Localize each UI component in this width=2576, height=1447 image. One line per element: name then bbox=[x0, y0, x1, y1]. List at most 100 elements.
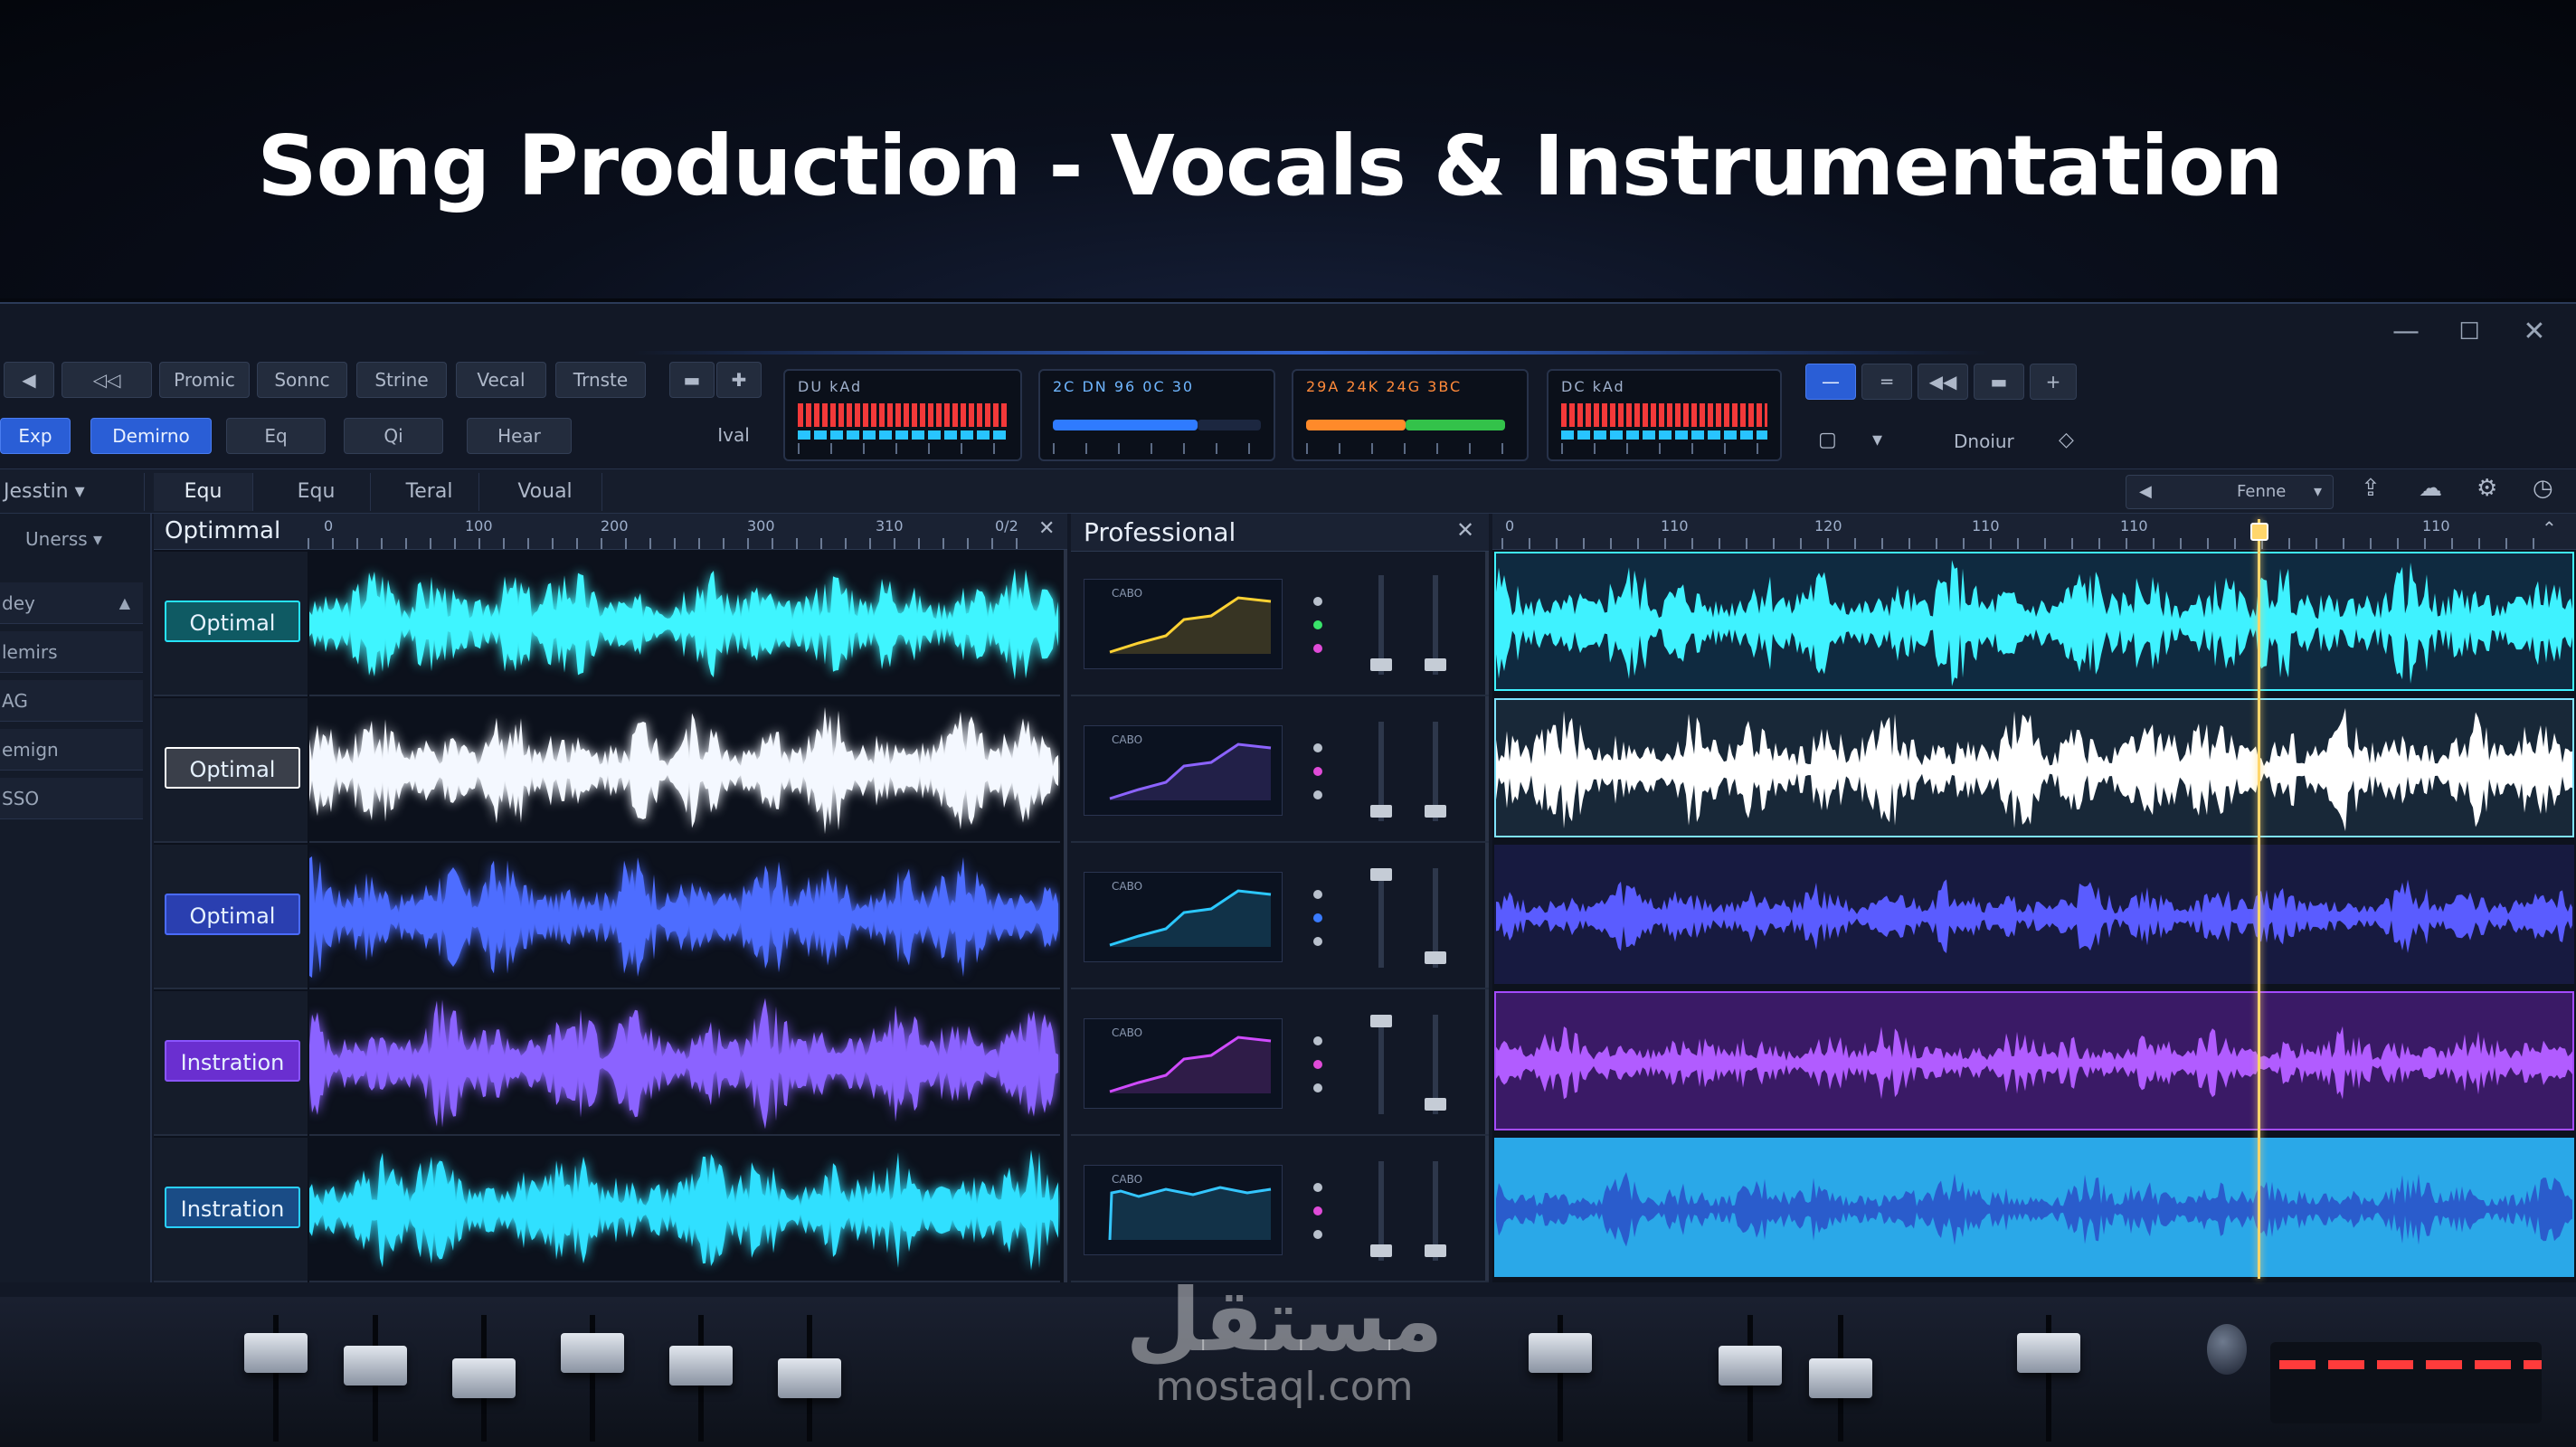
maximize-button[interactable]: ☐ bbox=[2451, 318, 2487, 345]
arrange-clip[interactable] bbox=[1494, 991, 2574, 1130]
square-icon[interactable]: ▢ bbox=[1818, 429, 1837, 451]
cloud-icon[interactable]: ☁ bbox=[2419, 475, 2442, 502]
fenne-select[interactable]: ◀ Fenne ▾ bbox=[2126, 475, 2334, 509]
console-fader[interactable] bbox=[778, 1358, 841, 1398]
arrange-clip[interactable] bbox=[1494, 552, 2574, 691]
console-fader[interactable] bbox=[1719, 1346, 1782, 1386]
sidebar-item-emign[interactable]: emign bbox=[0, 729, 143, 771]
sidebar-item-lemirs[interactable]: lemirs bbox=[0, 631, 143, 673]
channel-indicator-dot[interactable] bbox=[1313, 937, 1322, 946]
channel-indicator-dot[interactable] bbox=[1313, 790, 1322, 799]
fader-knob[interactable] bbox=[1370, 1244, 1392, 1257]
track-label-button[interactable]: Optimal bbox=[165, 601, 300, 642]
fader-knob[interactable] bbox=[1425, 1244, 1446, 1257]
jesstin-select[interactable]: Jesstin ▾ bbox=[0, 473, 145, 511]
diamond-icon[interactable]: ◇ bbox=[2059, 429, 2074, 451]
skip-button[interactable]: ◁◁ bbox=[62, 362, 152, 398]
track-label-button[interactable]: Instration bbox=[165, 1187, 300, 1228]
channel-indicator-dot[interactable] bbox=[1313, 1083, 1322, 1092]
line-tool-button[interactable]: — bbox=[1805, 364, 1856, 400]
console-button-pad[interactable] bbox=[2270, 1342, 2542, 1423]
arrange-clip[interactable] bbox=[1494, 698, 2574, 837]
track-label-button[interactable]: Optimal bbox=[165, 894, 300, 935]
clock-icon[interactable]: ◷ bbox=[2533, 475, 2553, 502]
channel-indicator-dot[interactable] bbox=[1313, 1230, 1322, 1239]
plus-button[interactable]: ✚ bbox=[716, 362, 762, 398]
arrange-clip[interactable] bbox=[1494, 1138, 2574, 1277]
console-fader[interactable] bbox=[344, 1346, 407, 1386]
console-fader[interactable] bbox=[244, 1333, 308, 1373]
sidebar-item-dey[interactable]: dey ▲ bbox=[0, 582, 143, 624]
close-icon[interactable]: ✕ bbox=[1038, 517, 1055, 540]
channel-indicator-dot[interactable] bbox=[1313, 1036, 1322, 1045]
track-lane[interactable] bbox=[309, 991, 1060, 1136]
fader-knob[interactable] bbox=[1425, 805, 1446, 818]
eq-mini-chart[interactable]: CABO bbox=[1084, 579, 1283, 669]
sidebar-select[interactable]: Unerss ▾ bbox=[0, 519, 145, 559]
channel-indicator-dot[interactable] bbox=[1313, 620, 1322, 629]
tab-voual[interactable]: Voual bbox=[488, 473, 602, 511]
back-button[interactable]: ◀◀ bbox=[1918, 364, 1968, 400]
eq-mini-chart[interactable]: CABO bbox=[1084, 1018, 1283, 1109]
fader-knob[interactable] bbox=[1425, 658, 1446, 671]
console-fader[interactable] bbox=[561, 1333, 624, 1373]
tab-equ-2[interactable]: Equ bbox=[262, 473, 371, 511]
console-fader[interactable] bbox=[452, 1358, 516, 1398]
toolbar-tab-sonnc[interactable]: Sonnc bbox=[257, 362, 347, 398]
playhead[interactable] bbox=[2258, 519, 2260, 1279]
hear-button[interactable]: Hear bbox=[467, 418, 572, 454]
channel-indicator-dot[interactable] bbox=[1313, 597, 1322, 606]
qi-button[interactable]: Qi bbox=[344, 418, 443, 454]
fader-knob[interactable] bbox=[1425, 1098, 1446, 1111]
track-lane[interactable] bbox=[309, 845, 1060, 989]
add-button[interactable]: + bbox=[2030, 364, 2077, 400]
fader-knob[interactable] bbox=[1370, 658, 1392, 671]
playhead-handle[interactable] bbox=[2250, 523, 2268, 541]
demirno-button[interactable]: Demirno bbox=[90, 418, 212, 454]
eq-button[interactable]: Eq bbox=[226, 418, 326, 454]
toolbar-tab-vecal[interactable]: Vecal bbox=[456, 362, 546, 398]
toolbar-tab-promic[interactable]: Promic bbox=[159, 362, 250, 398]
channel-indicator-dot[interactable] bbox=[1313, 890, 1322, 899]
fader-knob[interactable] bbox=[1370, 868, 1392, 881]
minus-button[interactable]: ▬ bbox=[669, 362, 715, 398]
track-label-button[interactable]: Instration bbox=[165, 1040, 300, 1082]
channel-indicator-dot[interactable] bbox=[1313, 1060, 1322, 1069]
eq-mini-chart[interactable]: CABO bbox=[1084, 872, 1283, 962]
console-knob[interactable] bbox=[2207, 1324, 2247, 1375]
rewind-button[interactable]: ◀ bbox=[4, 362, 54, 398]
chevron-down-icon[interactable]: ▾ bbox=[1872, 429, 1882, 451]
console-fader[interactable] bbox=[1529, 1333, 1592, 1373]
console-fader[interactable] bbox=[1809, 1358, 1872, 1398]
tab-equ-1[interactable]: Equ bbox=[154, 473, 253, 511]
chevron-up-icon[interactable]: ⌃ bbox=[2542, 517, 2557, 539]
channel-indicator-dot[interactable] bbox=[1313, 1183, 1322, 1192]
channel-indicator-dot[interactable] bbox=[1313, 743, 1322, 752]
tab-teral[interactable]: Teral bbox=[380, 473, 479, 511]
align-button[interactable]: ═ bbox=[1861, 364, 1912, 400]
track-lane[interactable] bbox=[309, 552, 1060, 696]
console-fader[interactable] bbox=[2017, 1333, 2080, 1373]
console-fader[interactable] bbox=[669, 1346, 733, 1386]
remove-button[interactable]: ▬ bbox=[1974, 364, 2024, 400]
channel-indicator-dot[interactable] bbox=[1313, 1206, 1322, 1215]
sidebar-item-sso[interactable]: SSO bbox=[0, 778, 143, 819]
upload-icon[interactable]: ⇪ bbox=[2361, 475, 2381, 502]
track-label-button[interactable]: Optimal bbox=[165, 747, 300, 789]
eq-mini-chart[interactable]: CABO bbox=[1084, 725, 1283, 816]
toolbar-tab-trnste[interactable]: Trnste bbox=[555, 362, 646, 398]
fader-knob[interactable] bbox=[1370, 805, 1392, 818]
sidebar-item-ag[interactable]: AG bbox=[0, 680, 143, 722]
track-lane[interactable] bbox=[309, 1138, 1060, 1282]
settings-icon[interactable]: ⚙ bbox=[2477, 475, 2497, 502]
fader-knob[interactable] bbox=[1425, 951, 1446, 964]
export-button[interactable]: Exp bbox=[0, 418, 71, 454]
close-icon[interactable]: ✕ bbox=[1456, 517, 1474, 543]
minimize-button[interactable]: — bbox=[2388, 318, 2424, 345]
track-lane[interactable] bbox=[309, 698, 1060, 843]
channel-indicator-dot[interactable] bbox=[1313, 767, 1322, 776]
arrange-clip[interactable] bbox=[1494, 845, 2574, 984]
fader-knob[interactable] bbox=[1370, 1015, 1392, 1027]
channel-indicator-dot[interactable] bbox=[1313, 644, 1322, 653]
channel-indicator-dot[interactable] bbox=[1313, 913, 1322, 922]
